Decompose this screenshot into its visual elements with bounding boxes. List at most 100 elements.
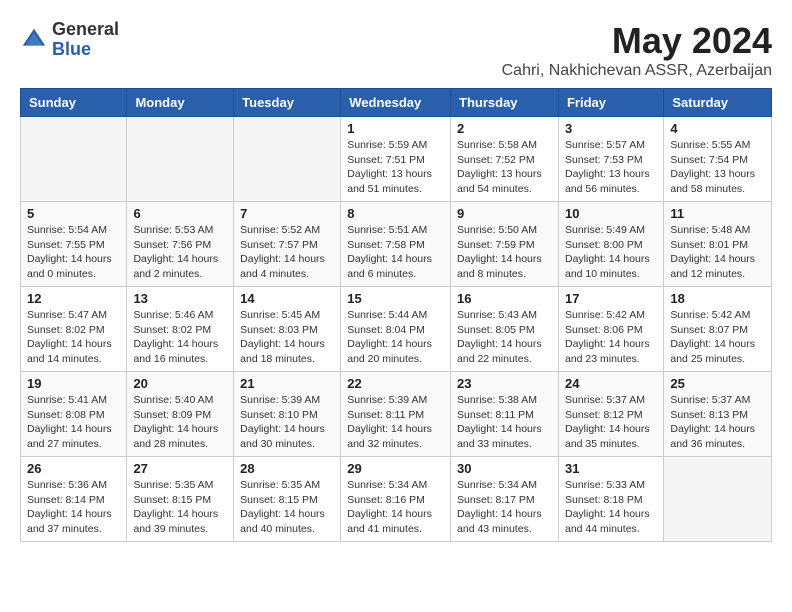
calendar-cell: 19 Sunrise: 5:41 AMSunset: 8:08 PMDayligh… xyxy=(21,372,127,457)
calendar-cell: 7Sunrise: 5:52 AMSunset: 7:57 PMDaylight… xyxy=(234,202,341,287)
calendar-table: SundayMondayTuesdayWednesdayThursdayFrid… xyxy=(20,88,772,542)
day-number: 18 xyxy=(670,291,765,306)
day-number: 5 xyxy=(27,206,120,221)
calendar-cell: 9Sunrise: 5:50 AMSunset: 7:59 PMDaylight… xyxy=(451,202,559,287)
day-info: Sunrise: 5:35 AMSunset: 8:15 PMDaylight:… xyxy=(133,478,227,537)
day-info: Sunrise: 5:42 AMSunset: 8:06 PMDaylight:… xyxy=(565,308,657,367)
calendar-cell: 27Sunrise: 5:35 AMSunset: 8:15 PMDayligh… xyxy=(127,457,234,542)
weekday-header-friday: Friday xyxy=(558,89,663,117)
day-info: Sunrise: 5:50 AMSunset: 7:59 PMDaylight:… xyxy=(457,223,552,282)
calendar-cell: 14 Sunrise: 5:45 AMSunset: 8:03 PMDayligh… xyxy=(234,287,341,372)
week-row-3: 12Sunrise: 5:47 AMSunset: 8:02 PMDayligh… xyxy=(21,287,772,372)
day-info: Sunrise: 5:37 AMSunset: 8:13 PMDaylight:… xyxy=(670,393,765,452)
calendar-cell: 1 Sunrise: 5:59 AMSunset: 7:51 PMDaylight… xyxy=(341,117,451,202)
calendar-cell: 31 Sunrise: 5:33 AMSunset: 8:18 PMDayligh… xyxy=(558,457,663,542)
calendar-cell: 6 Sunrise: 5:53 AMSunset: 7:56 PMDaylight… xyxy=(127,202,234,287)
calendar-cell: 15 Sunrise: 5:44 AMSunset: 8:04 PMDayligh… xyxy=(341,287,451,372)
calendar-cell: 24 Sunrise: 5:37 AMSunset: 8:12 PMDayligh… xyxy=(558,372,663,457)
day-number: 30 xyxy=(457,461,552,476)
day-number: 1 xyxy=(347,121,444,136)
day-info: Sunrise: 5:46 AMSunset: 8:02 PMDaylight:… xyxy=(133,308,227,367)
day-number: 3 xyxy=(565,121,657,136)
day-info: Sunrise: 5:33 AMSunset: 8:18 PMDaylight:… xyxy=(565,478,657,537)
weekday-header-thursday: Thursday xyxy=(451,89,559,117)
day-number: 6 xyxy=(133,206,227,221)
calendar-cell: 12Sunrise: 5:47 AMSunset: 8:02 PMDayligh… xyxy=(21,287,127,372)
day-number: 19 xyxy=(27,376,120,391)
day-info: Sunrise: 5:48 AMSunset: 8:01 PMDaylight:… xyxy=(670,223,765,282)
day-number: 26 xyxy=(27,461,120,476)
day-info: Sunrise: 5:39 AMSunset: 8:10 PMDaylight:… xyxy=(240,393,334,452)
weekday-header-monday: Monday xyxy=(127,89,234,117)
calendar-cell: 21 Sunrise: 5:39 AMSunset: 8:10 PMDayligh… xyxy=(234,372,341,457)
weekday-header-sunday: Sunday xyxy=(21,89,127,117)
day-info: Sunrise: 5:53 AMSunset: 7:56 PMDaylight:… xyxy=(133,223,227,282)
day-info: Sunrise: 5:51 AMSunset: 7:58 PMDaylight:… xyxy=(347,223,444,282)
day-info: Sunrise: 5:34 AMSunset: 8:16 PMDaylight:… xyxy=(347,478,444,537)
day-number: 8 xyxy=(347,206,444,221)
logo-general-text: General xyxy=(52,20,119,40)
logo-text: General Blue xyxy=(52,20,119,60)
page-header: General Blue May 2024 Cahri, Nakhichevan… xyxy=(20,20,772,80)
calendar-cell: 5 Sunrise: 5:54 AMSunset: 7:55 PMDaylight… xyxy=(21,202,127,287)
day-number: 12 xyxy=(27,291,120,306)
calendar-cell: 28 Sunrise: 5:35 AMSunset: 8:15 PMDayligh… xyxy=(234,457,341,542)
day-info: Sunrise: 5:41 AMSunset: 8:08 PMDaylight:… xyxy=(27,393,120,452)
calendar-cell: 13 Sunrise: 5:46 AMSunset: 8:02 PMDayligh… xyxy=(127,287,234,372)
day-info: Sunrise: 5:49 AMSunset: 8:00 PMDaylight:… xyxy=(565,223,657,282)
calendar-cell: 16Sunrise: 5:43 AMSunset: 8:05 PMDayligh… xyxy=(451,287,559,372)
calendar-cell: 4 Sunrise: 5:55 AMSunset: 7:54 PMDaylight… xyxy=(664,117,772,202)
calendar-cell: 3 Sunrise: 5:57 AMSunset: 7:53 PMDaylight… xyxy=(558,117,663,202)
logo: General Blue xyxy=(20,20,119,60)
day-info: Sunrise: 5:38 AMSunset: 8:11 PMDaylight:… xyxy=(457,393,552,452)
weekday-header-tuesday: Tuesday xyxy=(234,89,341,117)
day-number: 20 xyxy=(133,376,227,391)
week-row-5: 26Sunrise: 5:36 AMSunset: 8:14 PMDayligh… xyxy=(21,457,772,542)
day-info: Sunrise: 5:55 AMSunset: 7:54 PMDaylight:… xyxy=(670,138,765,197)
week-row-1: 1 Sunrise: 5:59 AMSunset: 7:51 PMDaylight… xyxy=(21,117,772,202)
calendar-cell xyxy=(21,117,127,202)
day-number: 28 xyxy=(240,461,334,476)
day-info: Sunrise: 5:43 AMSunset: 8:05 PMDaylight:… xyxy=(457,308,552,367)
logo-blue-text: Blue xyxy=(52,40,119,60)
calendar-cell: 18Sunrise: 5:42 AMSunset: 8:07 PMDayligh… xyxy=(664,287,772,372)
day-number: 24 xyxy=(565,376,657,391)
weekday-header-saturday: Saturday xyxy=(664,89,772,117)
day-info: Sunrise: 5:52 AMSunset: 7:57 PMDaylight:… xyxy=(240,223,334,282)
weekday-header-row: SundayMondayTuesdayWednesdayThursdayFrid… xyxy=(21,89,772,117)
week-row-2: 5 Sunrise: 5:54 AMSunset: 7:55 PMDaylight… xyxy=(21,202,772,287)
calendar-cell: 23 Sunrise: 5:38 AMSunset: 8:11 PMDayligh… xyxy=(451,372,559,457)
day-info: Sunrise: 5:59 AMSunset: 7:51 PMDaylight:… xyxy=(347,138,444,197)
month-title: May 2024 xyxy=(502,20,772,62)
day-number: 2 xyxy=(457,121,552,136)
day-info: Sunrise: 5:37 AMSunset: 8:12 PMDaylight:… xyxy=(565,393,657,452)
calendar-cell: 30 Sunrise: 5:34 AMSunset: 8:17 PMDayligh… xyxy=(451,457,559,542)
calendar-cell: 20Sunrise: 5:40 AMSunset: 8:09 PMDayligh… xyxy=(127,372,234,457)
logo-icon xyxy=(20,26,48,54)
day-info: Sunrise: 5:35 AMSunset: 8:15 PMDaylight:… xyxy=(240,478,334,537)
day-info: Sunrise: 5:57 AMSunset: 7:53 PMDaylight:… xyxy=(565,138,657,197)
weekday-header-wednesday: Wednesday xyxy=(341,89,451,117)
day-info: Sunrise: 5:45 AMSunset: 8:03 PMDaylight:… xyxy=(240,308,334,367)
day-number: 17 xyxy=(565,291,657,306)
day-info: Sunrise: 5:54 AMSunset: 7:55 PMDaylight:… xyxy=(27,223,120,282)
week-row-4: 19 Sunrise: 5:41 AMSunset: 8:08 PMDayligh… xyxy=(21,372,772,457)
calendar-cell xyxy=(664,457,772,542)
day-number: 14 xyxy=(240,291,334,306)
calendar-cell: 11Sunrise: 5:48 AMSunset: 8:01 PMDayligh… xyxy=(664,202,772,287)
day-number: 13 xyxy=(133,291,227,306)
day-number: 4 xyxy=(670,121,765,136)
calendar-cell xyxy=(127,117,234,202)
calendar-cell: 2 Sunrise: 5:58 AMSunset: 7:52 PMDaylight… xyxy=(451,117,559,202)
title-area: May 2024 Cahri, Nakhichevan ASSR, Azerba… xyxy=(502,20,772,80)
day-number: 22 xyxy=(347,376,444,391)
day-number: 29 xyxy=(347,461,444,476)
calendar-cell: 29 Sunrise: 5:34 AMSunset: 8:16 PMDayligh… xyxy=(341,457,451,542)
day-number: 15 xyxy=(347,291,444,306)
day-info: Sunrise: 5:34 AMSunset: 8:17 PMDaylight:… xyxy=(457,478,552,537)
day-info: Sunrise: 5:58 AMSunset: 7:52 PMDaylight:… xyxy=(457,138,552,197)
day-number: 21 xyxy=(240,376,334,391)
day-number: 31 xyxy=(565,461,657,476)
day-info: Sunrise: 5:44 AMSunset: 8:04 PMDaylight:… xyxy=(347,308,444,367)
day-number: 23 xyxy=(457,376,552,391)
